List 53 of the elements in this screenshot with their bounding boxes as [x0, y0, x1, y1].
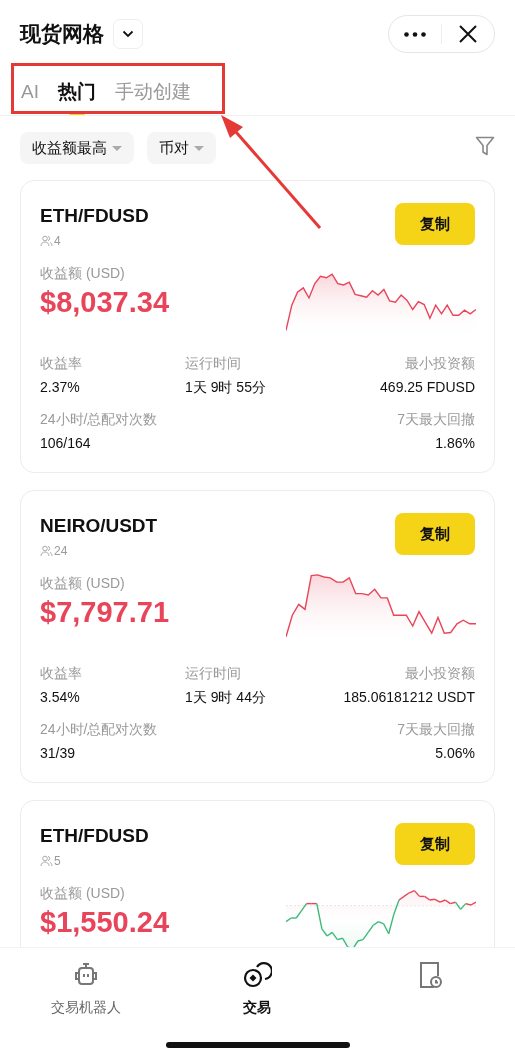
- follower-count: 24: [54, 544, 68, 558]
- people-icon: [40, 235, 53, 247]
- coins-icon: [242, 960, 273, 990]
- copy-button[interactable]: 复制: [395, 203, 475, 245]
- filter-icon[interactable]: [475, 135, 495, 157]
- stat-label: 最小投资额: [405, 664, 475, 682]
- profit-amount: $8,037.34: [40, 285, 169, 319]
- stat-label: 运行时间: [185, 354, 242, 372]
- nav-item[interactable]: 交易: [171, 948, 344, 1018]
- stat-label: 7天最大回撤: [397, 410, 475, 428]
- copy-button[interactable]: 复制: [395, 513, 475, 555]
- stat-label: 24小时/总配对次数: [40, 720, 159, 738]
- stat-value: 469.25 FDUSD: [380, 378, 475, 396]
- stat-label: 24小时/总配对次数: [40, 410, 159, 428]
- stat-label: 收益率: [40, 354, 83, 372]
- close-icon: [459, 25, 477, 43]
- stat-value: 185.06181212 USDT: [343, 688, 475, 706]
- follower-count: 4: [54, 234, 61, 248]
- stat-value: 1.86%: [435, 434, 475, 452]
- follower-count: 5: [54, 854, 61, 868]
- profit-amount: $1,550.24: [40, 905, 169, 939]
- stat-label: 7天最大回撤: [397, 720, 475, 738]
- stat-label: 收益率: [40, 664, 83, 682]
- stat-value: 5.06%: [435, 744, 475, 762]
- nav-item[interactable]: 交易机器人: [0, 948, 172, 1018]
- stat-label: 运行时间: [185, 664, 242, 682]
- dropdown-button[interactable]: [113, 19, 143, 49]
- stat-value: 1天 9时 55分: [185, 378, 267, 396]
- chevron-down-icon: [122, 30, 134, 38]
- strategy-card[interactable]: ETH/FDUSD 4 复制 收益额 (USD) $8,037.34 收益率 2.37% 运行时间 1天 9时 55分 最小投资额 469.25 FDUSD 24小时/总配对次数 106/164 7天最大回撤 1.86%: [20, 180, 495, 473]
- people-icon: [40, 545, 53, 557]
- profit-label: 收益额 (USD): [40, 574, 126, 592]
- trading-pair: ETH/FDUSD: [40, 824, 149, 848]
- page-title: 现货网格: [20, 21, 104, 47]
- filter-dropdown[interactable]: 收益额最高: [20, 132, 134, 164]
- trading-pair: ETH/FDUSD: [40, 204, 149, 228]
- more-icon: [404, 31, 426, 37]
- tab[interactable]: 热门: [57, 68, 96, 115]
- stat-value: 1天 9时 44分: [185, 688, 267, 706]
- profit-label: 收益额 (USD): [40, 884, 126, 902]
- stat-value: 2.37%: [40, 378, 81, 396]
- stat-value: 3.54%: [40, 688, 81, 706]
- strategy-card[interactable]: NEIRO/USDT 24 复制 收益额 (USD) $7,797.71 收益率 3.54% 运行时间 1天 9时 44分 最小投资额 185.06181212 USDT 24小时/总配对次数 31/39 7天最大回撤 5.06%: [20, 490, 495, 783]
- trading-pair: NEIRO/USDT: [40, 514, 158, 538]
- stat-label: 最小投资额: [405, 354, 475, 372]
- profit-amount: $7,797.71: [40, 595, 169, 629]
- profit-label: 收益额 (USD): [40, 264, 126, 282]
- stat-value: 106/164: [40, 434, 92, 452]
- copy-button[interactable]: 复制: [395, 823, 475, 865]
- filter-dropdown[interactable]: 币对: [147, 132, 216, 164]
- people-icon: [40, 855, 53, 867]
- strategy-card[interactable]: ETH/FDUSD 5 复制 收益额 (USD) $1,550.24: [20, 800, 495, 947]
- stat-value: 31/39: [40, 744, 77, 762]
